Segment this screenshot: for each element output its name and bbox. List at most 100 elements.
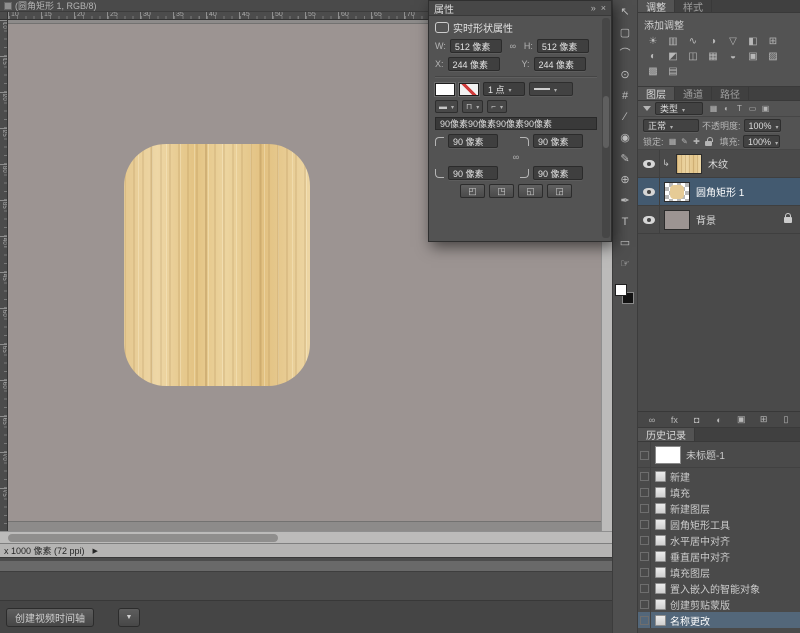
- color-lookup-icon[interactable]: ▦: [703, 49, 723, 64]
- horizontal-scrollbar[interactable]: [0, 531, 612, 543]
- hue-saturation-icon[interactable]: ◧: [743, 34, 763, 49]
- blend-mode-select[interactable]: 正常: [643, 119, 699, 132]
- corner-top-right-button[interactable]: ◳: [489, 184, 514, 198]
- fill-color-swatch[interactable]: [435, 83, 455, 96]
- stroke-style-select[interactable]: [529, 82, 573, 96]
- layer-effects-icon[interactable]: fx: [666, 415, 682, 425]
- layer-thumbnail[interactable]: [676, 154, 702, 174]
- invert-icon[interactable]: ◒: [723, 49, 743, 64]
- spot-healing-brush-tool-icon[interactable]: ◉: [613, 128, 637, 149]
- close-panel-icon[interactable]: ×: [601, 3, 606, 13]
- corner-bottom-left-button[interactable]: ◱: [518, 184, 543, 198]
- vibrance-icon[interactable]: ▽: [723, 34, 743, 49]
- brush-tool-icon[interactable]: ✎: [613, 149, 637, 170]
- history-brush-source-box[interactable]: [638, 468, 651, 484]
- photo-filter-icon[interactable]: ◩: [663, 49, 683, 64]
- selective-color-icon[interactable]: ▤: [663, 64, 683, 79]
- history-step[interactable]: 创建剪贴蒙版: [638, 596, 800, 612]
- horizontal-type-tool-icon[interactable]: T: [613, 212, 637, 233]
- y-input[interactable]: 244 像素: [534, 57, 586, 71]
- ruler-corner[interactable]: [0, 12, 8, 20]
- quick-selection-tool-icon[interactable]: ⊙: [613, 65, 637, 86]
- layer-name[interactable]: 背景: [696, 212, 716, 227]
- panel-tab[interactable]: 图层: [638, 87, 675, 100]
- corner-bottom-right-button[interactable]: ◲: [547, 184, 572, 198]
- stroke-caps-icon[interactable]: ⊓: [462, 100, 483, 113]
- black-white-icon[interactable]: ◐: [643, 49, 663, 64]
- history-step[interactable]: 填充图层: [638, 564, 800, 580]
- filter-shape-layers-icon[interactable]: ▭: [746, 104, 759, 113]
- visibility-toggle[interactable]: [638, 206, 660, 233]
- panel-tab[interactable]: 路径: [712, 87, 749, 100]
- posterize-icon[interactable]: ▣: [743, 49, 763, 64]
- history-step[interactable]: 名称更改: [638, 612, 800, 628]
- foreground-color-swatch[interactable]: [615, 284, 627, 296]
- add-layer-mask-icon[interactable]: ◘: [689, 415, 705, 425]
- threshold-icon[interactable]: ▨: [763, 49, 783, 64]
- pen-tool-icon[interactable]: ✒: [613, 191, 637, 212]
- panel-tab[interactable]: 调整: [638, 0, 675, 12]
- vertical-ruler[interactable]: 1015202530354045505560657075: [0, 20, 8, 531]
- stroke-color-swatch[interactable]: [459, 83, 479, 96]
- fill-input[interactable]: 100%: [743, 135, 780, 148]
- panel-tab[interactable]: 样式: [675, 0, 712, 12]
- new-layer-icon[interactable]: ⊞: [756, 414, 772, 425]
- color-swatches[interactable]: [613, 283, 637, 309]
- filter-adjustment-layers-icon[interactable]: ◐: [720, 104, 733, 113]
- history-brush-source-box[interactable]: [638, 516, 651, 532]
- eyedropper-tool-icon[interactable]: ∕: [613, 107, 637, 128]
- visibility-toggle[interactable]: [638, 178, 660, 205]
- crop-tool-icon[interactable]: #: [613, 86, 637, 107]
- history-step[interactable]: 填充: [638, 484, 800, 500]
- color-balance-icon[interactable]: ⊞: [763, 34, 783, 49]
- history-brush-source-box[interactable]: [638, 596, 651, 612]
- link-layers-icon[interactable]: ∞: [644, 415, 660, 425]
- history-brush-source-box[interactable]: [638, 612, 651, 628]
- layer-row-wood[interactable]: 木纹: [638, 150, 800, 178]
- rectangle-tool-icon[interactable]: ▭: [613, 233, 637, 254]
- lock-position-icon[interactable]: ✚: [691, 137, 703, 147]
- link-dimensions-icon[interactable]: [506, 41, 520, 51]
- levels-icon[interactable]: ▥: [663, 34, 683, 49]
- filter-type-layers-icon[interactable]: T: [733, 104, 746, 113]
- layer-filter-select[interactable]: 类型: [655, 102, 703, 115]
- hand-tool-icon[interactable]: ☞: [613, 254, 637, 275]
- rounded-rectangle-shape[interactable]: [124, 144, 310, 386]
- history-step[interactable]: 新建: [638, 468, 800, 484]
- create-video-timeline-button[interactable]: 创建视频时间轴: [6, 608, 94, 627]
- layer-thumbnail[interactable]: [664, 182, 690, 202]
- width-input[interactable]: 512 像素: [450, 39, 502, 53]
- lock-all-icon[interactable]: [703, 137, 715, 147]
- history-brush-source-box[interactable]: [638, 580, 651, 596]
- history-brush-source-box[interactable]: [638, 442, 651, 467]
- layer-row-rounded-rect[interactable]: 圆角矩形 1: [638, 178, 800, 206]
- height-input[interactable]: 512 像素: [537, 39, 589, 53]
- stroke-width-input[interactable]: 1 点: [483, 82, 525, 96]
- corner-radius-summary-input[interactable]: 90像素90像素90像素90像素: [435, 117, 597, 130]
- visibility-toggle[interactable]: [638, 150, 660, 177]
- move-tool-icon[interactable]: ↖: [613, 2, 637, 23]
- panel-tab[interactable]: 通道: [675, 87, 712, 100]
- snapshot-thumbnail[interactable]: [655, 446, 681, 464]
- properties-scrollbar[interactable]: [602, 18, 610, 238]
- history-brush-source-box[interactable]: [638, 548, 651, 564]
- collapse-panel-icon[interactable]: »: [591, 3, 596, 13]
- clone-stamp-tool-icon[interactable]: ⊕: [613, 170, 637, 191]
- layer-name[interactable]: 圆角矩形 1: [696, 184, 744, 199]
- history-step[interactable]: 新建图层: [638, 500, 800, 516]
- timeline-mode-dropdown[interactable]: ▼: [118, 608, 140, 627]
- properties-header[interactable]: 属性 » ×: [429, 1, 611, 16]
- rectangular-marquee-tool-icon[interactable]: ▢: [613, 23, 637, 44]
- history-brush-source-box[interactable]: [638, 564, 651, 580]
- lasso-tool-icon[interactable]: ⌒: [613, 44, 637, 65]
- radius-bottom-left-input[interactable]: 90 像素: [448, 166, 498, 180]
- history-brush-source-box[interactable]: [638, 500, 651, 516]
- history-step[interactable]: 圆角矩形工具: [638, 516, 800, 532]
- lock-paint-icon[interactable]: ✎: [679, 137, 691, 147]
- panel-tab-history[interactable]: 历史记录: [638, 428, 695, 441]
- scrollbar-thumb[interactable]: [8, 534, 278, 542]
- scrollbar-thumb[interactable]: [603, 96, 609, 148]
- layer-name[interactable]: 木纹: [708, 156, 728, 171]
- radius-top-right-input[interactable]: 90 像素: [533, 134, 583, 148]
- corner-top-left-button[interactable]: ◰: [460, 184, 485, 198]
